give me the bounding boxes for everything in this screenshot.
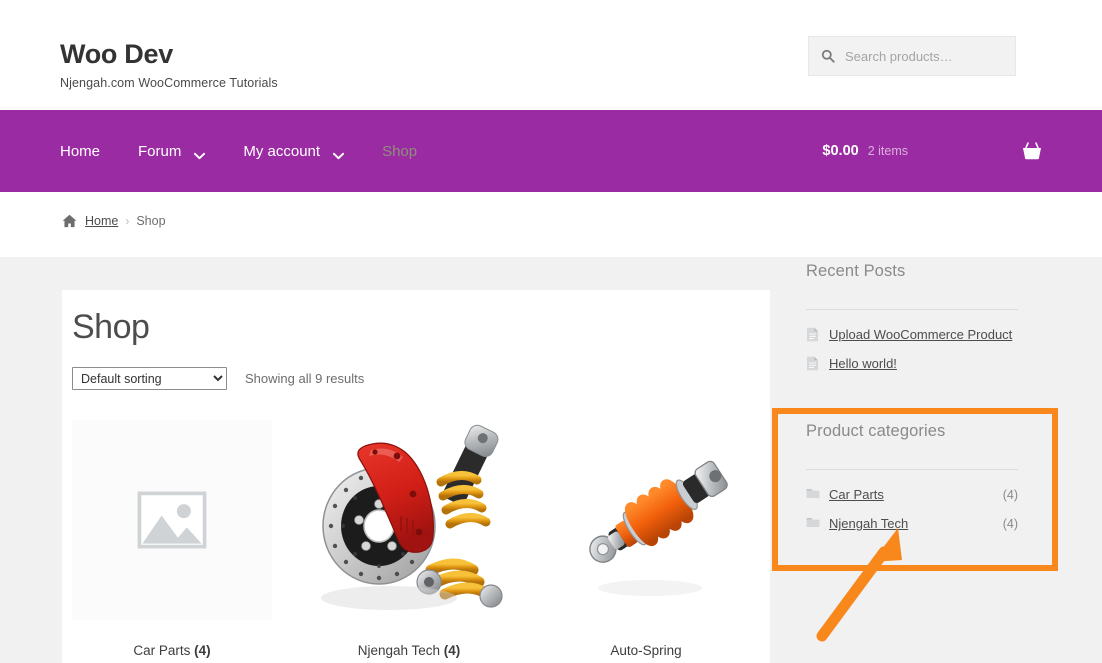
placeholder-image-icon <box>137 491 207 549</box>
nav-item-label: My account <box>243 142 321 160</box>
site-branding[interactable]: Woo Dev Njengah.com WooCommerce Tutorial… <box>60 38 278 92</box>
cart-amount: $0.00 <box>822 143 859 159</box>
list-item[interactable]: Car Parts (4) <box>806 487 1018 502</box>
sorting-select[interactable]: Default sorting <box>72 367 227 390</box>
product-title-text: Car Parts <box>133 643 191 658</box>
product-title[interactable]: Njengah Tech (4) <box>309 643 509 658</box>
shop-content: Shop Default sorting Showing all 9 resul… <box>62 290 770 663</box>
nav-item-my-account[interactable]: My account <box>243 142 345 160</box>
product-title[interactable]: Car Parts (4) <box>72 643 272 658</box>
product-search-form[interactable] <box>808 36 1016 76</box>
product-card[interactable]: Car Parts (4) <box>72 420 272 658</box>
divider <box>806 469 1018 470</box>
recent-posts-list: Upload WooCommerce Product Hello world! <box>806 327 1018 371</box>
category-count: (4) <box>1002 516 1018 531</box>
cart-summary[interactable]: $0.00 2 items <box>822 110 1042 192</box>
nav-item-label: Shop <box>382 142 418 160</box>
product-title-count: (4) <box>443 643 461 658</box>
nav-item-home[interactable]: Home <box>60 143 100 160</box>
chevron-down-icon[interactable] <box>194 147 206 160</box>
product-grid: Car Parts (4) Njengah Tech (4) Auto-Spri… <box>72 420 764 658</box>
page-title: Shop <box>72 308 150 346</box>
product-title-text: Auto-Spring <box>610 643 682 658</box>
breadcrumb-current: Shop <box>136 214 166 228</box>
widget-product-categories: Product categories Car Parts (4) Njengah… <box>806 422 1018 545</box>
document-icon <box>806 356 819 371</box>
category-link[interactable]: Car Parts <box>829 487 884 502</box>
product-title[interactable]: Auto-Spring <box>546 643 746 658</box>
shop-toolbar: Default sorting Showing all 9 results <box>72 367 364 390</box>
nav-item-list: Home Forum My account Shop <box>60 110 455 192</box>
nav-item-forum[interactable]: Forum <box>138 142 206 160</box>
result-count: Showing all 9 results <box>245 371 365 386</box>
site-tagline: Njengah.com WooCommerce Tutorials <box>60 76 278 90</box>
product-title-text: Njengah Tech <box>357 643 441 658</box>
shopping-basket-icon[interactable] <box>1022 142 1042 160</box>
breadcrumb-separator: › <box>125 214 130 228</box>
document-icon <box>806 327 819 342</box>
chevron-down-icon[interactable] <box>332 147 345 160</box>
folder-icon <box>806 487 820 502</box>
product-categories-list: Car Parts (4) Njengah Tech (4) <box>806 487 1018 531</box>
product-image-link[interactable] <box>546 420 746 620</box>
widget-title: Recent Posts <box>806 262 906 280</box>
product-title-count: (4) <box>194 643 211 658</box>
nav-item-shop[interactable]: Shop <box>382 143 417 160</box>
product-image-link[interactable] <box>72 420 272 620</box>
shop-page: Woo Dev Njengah.com WooCommerce Tutorial… <box>0 0 1102 663</box>
breadcrumb: Home › Shop <box>62 214 166 228</box>
nav-item-label: Forum <box>138 142 182 160</box>
primary-navigation: Home Forum My account Shop $0.00 2 items <box>0 110 1102 192</box>
product-image-link[interactable] <box>309 420 509 620</box>
search-input[interactable] <box>845 48 1003 64</box>
category-count: (4) <box>1002 487 1018 502</box>
home-icon[interactable] <box>62 214 77 228</box>
divider <box>806 309 1018 310</box>
widget-title: Product categories <box>806 422 946 440</box>
orange-coilover-shock-photo <box>546 420 746 620</box>
breadcrumb-bar: Home › Shop <box>0 192 1102 257</box>
cart-item-count: 2 items <box>867 144 908 158</box>
post-link[interactable]: Upload WooCommerce Product <box>829 327 1012 342</box>
breadcrumb-link-home[interactable]: Home <box>85 214 118 228</box>
category-link[interactable]: Njengah Tech <box>829 516 908 531</box>
brake-disc-and-shock-absorber-photo <box>309 420 509 620</box>
post-link[interactable]: Hello world! <box>829 356 897 371</box>
folder-icon <box>806 516 820 531</box>
product-card[interactable]: Auto-Spring <box>546 420 746 658</box>
site-header: Woo Dev Njengah.com WooCommerce Tutorial… <box>0 0 1102 110</box>
product-card[interactable]: Njengah Tech (4) <box>309 420 509 658</box>
list-item[interactable]: Hello world! <box>806 356 1018 371</box>
widget-recent-posts: Recent Posts Upload WooCommerce Product <box>806 262 1018 385</box>
list-item[interactable]: Upload WooCommerce Product <box>806 327 1018 342</box>
search-icon <box>821 49 835 63</box>
site-title[interactable]: Woo Dev <box>60 38 278 70</box>
list-item[interactable]: Njengah Tech (4) <box>806 516 1018 531</box>
nav-item-label: Home <box>60 142 101 160</box>
